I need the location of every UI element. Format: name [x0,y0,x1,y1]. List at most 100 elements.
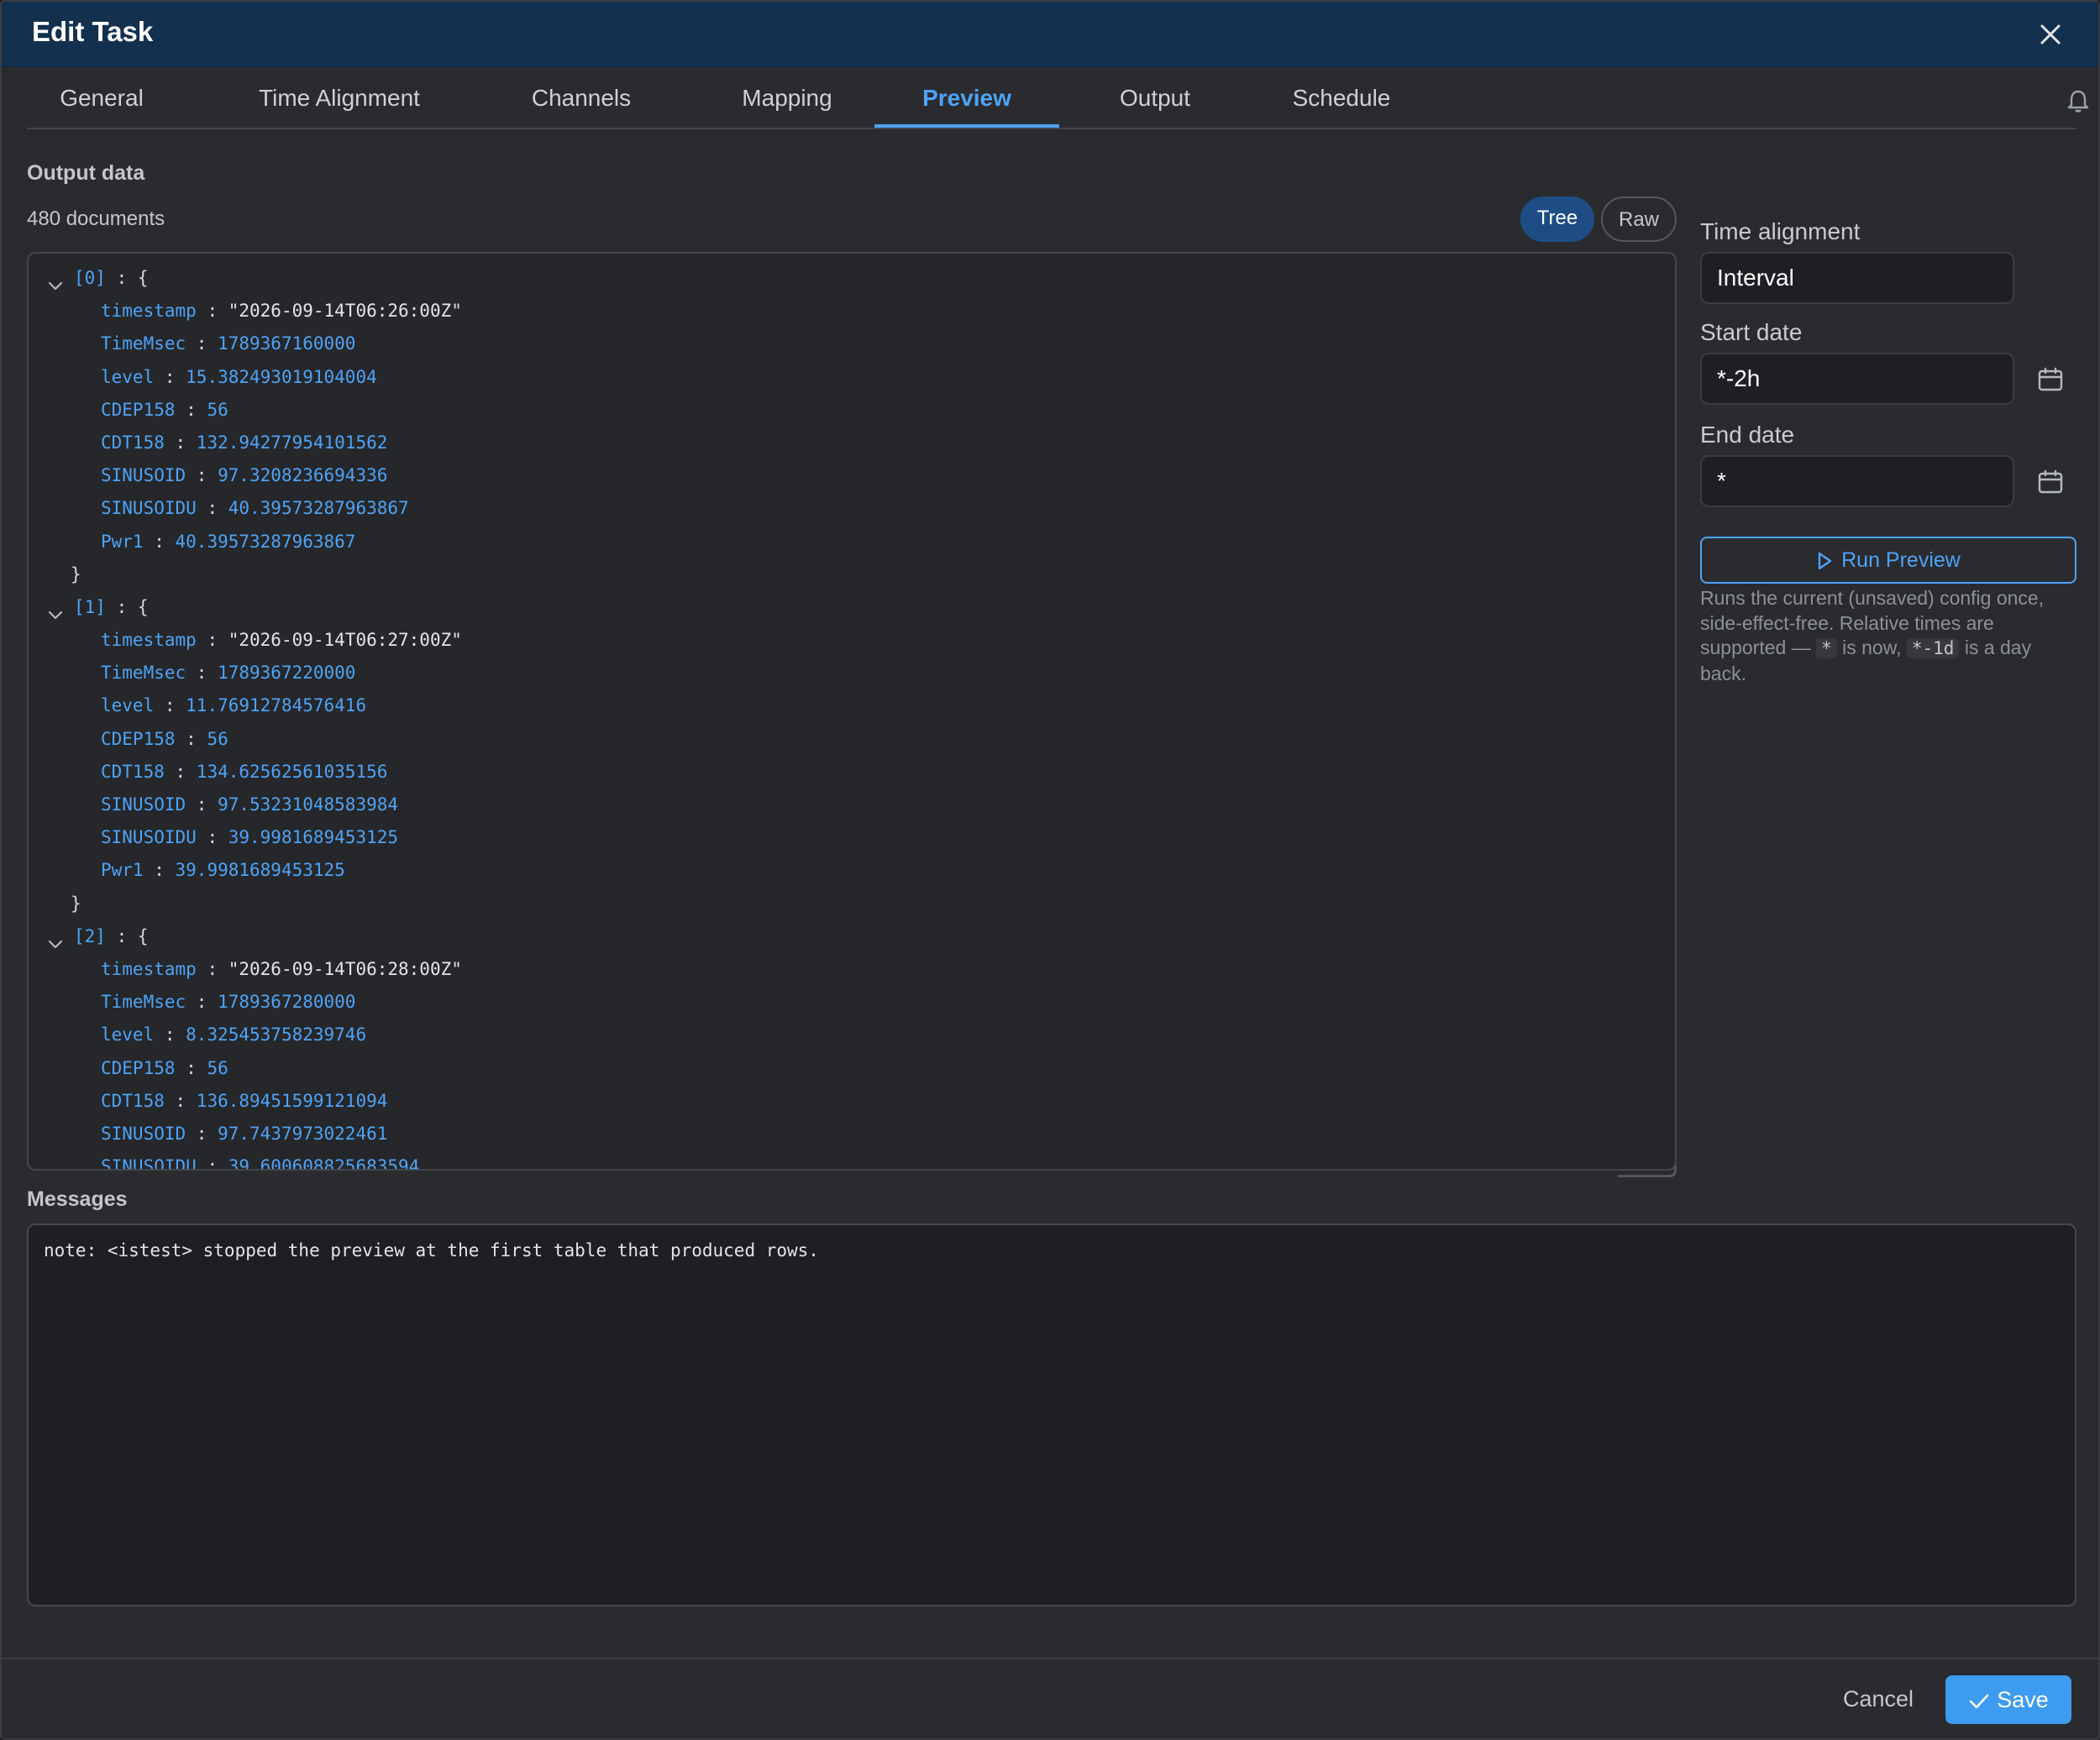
output-tree-panel[interactable]: [0] : {timestamp : "2026-09-14T06:26:00Z… [27,252,1677,1171]
output-data-title: Output data [27,161,145,185]
tree-field: CDT158 : 132.94277954101562 [101,432,388,453]
tree-field: CDT158 : 134.62562561035156 [101,761,388,782]
tree-record-header[interactable]: [1] : { [29,591,1675,624]
tree-record-header[interactable]: [0] : { [29,262,1675,295]
tree-field: CDT158 : 136.89451599121094 [101,1090,388,1111]
message-text: note: <istest> stopped the preview at th… [44,1240,819,1260]
tree-field: CDEP158 : 56 [101,1057,228,1078]
start-date-input[interactable]: *-2h [1700,353,2014,405]
field-value: "2026-09-14T06:26:00Z" [228,301,462,322]
messages-panel[interactable]: note: <istest> stopped the preview at th… [27,1224,2076,1606]
chevron-down-icon[interactable] [47,929,69,948]
field-value: 56 [207,728,228,749]
chevron-down-icon[interactable] [47,270,69,291]
tree-field: TimeMsec : 1789367280000 [101,992,356,1013]
run-preview-button[interactable]: Run Preview [1700,537,2076,584]
edit-task-dialog: Edit Task General Time Alignment Channel… [0,0,2100,1740]
tree-field: SINUSOID : 97.3208236694336 [101,465,388,486]
field-key: level [101,695,155,716]
tree-field: Pwr1 : 40.39573287963867 [101,531,356,552]
tree-field: Pwr1 : 39.9981689453125 [101,860,345,881]
messages-title: Messages [27,1187,128,1211]
field-key: Pwr1 [101,531,144,552]
field-value: 97.53231048583984 [218,794,399,815]
field-key: timestamp [101,958,197,979]
json-tree: [0] : {timestamp : "2026-09-14T06:26:00Z… [29,262,1675,1171]
field-key: SINUSOID [101,794,186,815]
field-key: Pwr1 [101,860,144,881]
field-value: "2026-09-14T06:28:00Z" [228,958,462,979]
field-key: CDEP158 [101,399,176,420]
tree-field: TimeMsec : 1789367160000 [101,333,356,354]
run-preview-label: Run Preview [1841,548,1961,572]
field-value: 136.89451599121094 [196,1090,388,1111]
field-key: level [101,366,155,387]
raw-view-toggle[interactable]: Raw [1601,197,1677,242]
tree-record-header[interactable]: [2] : { [29,920,1675,953]
field-value: 8.325453758239746 [186,1025,367,1046]
help-text-part: is now, [1836,637,1907,658]
record-close-brace: } [71,893,81,914]
save-label: Save [1997,1687,2049,1712]
field-value: 39.600608825683594 [228,1156,420,1171]
tab-mapping[interactable]: Mapping [724,69,850,129]
tree-field: level : 8.325453758239746 [101,1025,367,1046]
play-icon [1818,553,1832,570]
save-button[interactable]: Save [1945,1675,2071,1724]
calendar-icon[interactable] [2036,468,2065,496]
field-key: SINUSOIDU [101,498,197,519]
title-bar: Edit Task [2,2,2098,67]
record-close-brace: } [71,563,81,584]
dialog-footer [2,1658,2098,1738]
record-index: [0] [74,268,106,288]
chevron-down-icon[interactable] [47,600,69,619]
field-key: SINUSOIDU [101,827,197,848]
preview-help-text: Runs the current (unsaved) config once, … [1700,586,2076,686]
tree-field: level : 11.76912784576416 [101,695,367,716]
field-value: 56 [207,399,228,420]
field-value: 97.7437973022461 [218,1123,388,1144]
cancel-button[interactable]: Cancel [1843,1686,1914,1712]
field-value: 39.9981689453125 [175,860,345,881]
field-value: 134.62562561035156 [196,761,388,782]
field-value: 1789367280000 [218,992,356,1013]
field-key: CDEP158 [101,728,176,749]
end-date-label: End date [1700,422,1795,448]
field-key: SINUSOIDU [101,1156,197,1171]
field-key: CDT158 [101,1090,165,1111]
start-date-label: Start date [1700,319,1803,345]
resize-handle[interactable] [1618,1166,1677,1177]
field-value: 97.3208236694336 [218,465,388,486]
field-value: 11.76912784576416 [186,695,367,716]
tree-view-toggle[interactable]: Tree [1520,197,1594,242]
field-key: timestamp [101,630,197,651]
field-key: CDT158 [101,432,165,453]
bell-icon[interactable] [2063,86,2093,116]
active-tab-indicator [874,124,1059,128]
help-code-now: * [1816,638,1837,658]
tab-general[interactable]: General [44,69,160,129]
field-value: "2026-09-14T06:27:00Z" [228,630,462,651]
tree-field: timestamp : "2026-09-14T06:28:00Z" [101,958,462,979]
record-index: [2] [74,925,106,946]
field-value: 132.94277954101562 [196,432,388,453]
tab-schedule[interactable]: Schedule [1278,69,1404,129]
time-alignment-field[interactable]: Interval [1700,252,2014,304]
field-key: CDEP158 [101,1057,176,1078]
field-key: TimeMsec [101,333,186,354]
calendar-icon[interactable] [2036,365,2065,394]
tree-field: TimeMsec : 1789367220000 [101,663,356,684]
tab-output[interactable]: Output [1100,69,1210,129]
end-date-input[interactable]: * [1700,455,2014,507]
time-alignment-label: Time alignment [1700,218,1861,244]
tab-time-alignment[interactable]: Time Alignment [240,69,438,129]
tab-preview[interactable]: Preview [874,69,1059,129]
field-key: SINUSOID [101,1123,186,1144]
field-value: 15.382493019104004 [186,366,377,387]
field-value: 1789367220000 [218,663,356,684]
record-index: [1] [74,596,106,617]
close-icon[interactable] [2033,17,2068,52]
tree-field: SINUSOID : 97.53231048583984 [101,794,399,815]
tree-field: timestamp : "2026-09-14T06:27:00Z" [101,630,462,651]
tab-channels[interactable]: Channels [517,69,645,129]
